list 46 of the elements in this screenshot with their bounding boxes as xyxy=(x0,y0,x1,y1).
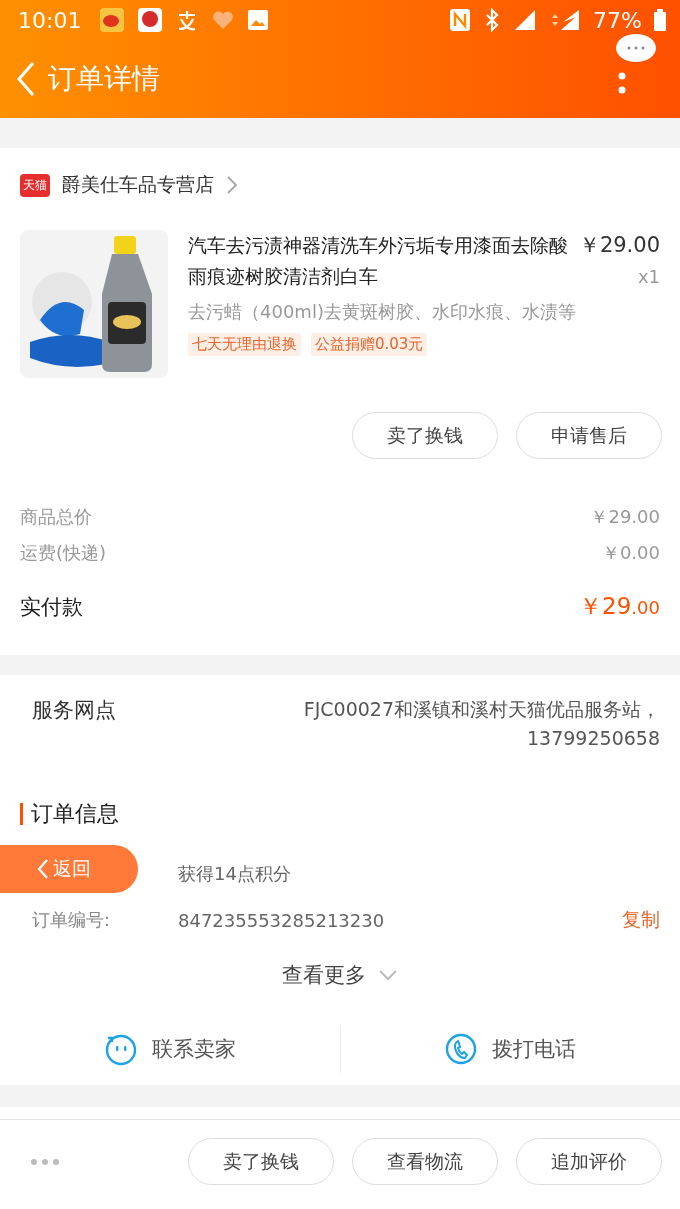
action-button[interactable]: 追加评价 xyxy=(516,1138,662,1185)
nfc-icon xyxy=(449,8,472,32)
signal-icon xyxy=(513,8,538,32)
chevron-down-icon[interactable] xyxy=(378,969,398,981)
battery-icon xyxy=(654,9,666,31)
price-value: ￥29.00 xyxy=(590,505,660,529)
action-button[interactable]: 卖了换钱 xyxy=(188,1138,334,1185)
page-title: 订单详情 xyxy=(48,61,160,97)
notification-icon xyxy=(99,7,126,33)
chevron-icon[interactable] xyxy=(226,175,238,195)
status-time: 10:01 xyxy=(18,7,82,33)
paid-label: 实付款 xyxy=(20,593,83,621)
price-label: 运费(快递) xyxy=(20,541,107,565)
action-button[interactable]: 查看物流 xyxy=(352,1138,498,1185)
price-value: ￥0.00 xyxy=(601,541,660,565)
paid-amount: ￥29.00 xyxy=(579,592,660,621)
contact-button[interactable]: 拨打电话 xyxy=(339,1025,680,1073)
back-icon xyxy=(37,858,49,880)
signal-icon xyxy=(549,8,582,32)
phone-icon xyxy=(444,1032,479,1066)
store-badge: 天猫 xyxy=(20,173,50,197)
info-value: 获得14点积分 xyxy=(178,862,291,886)
info-label: 订单编号: xyxy=(32,908,112,932)
service-label: 服务网点 xyxy=(32,697,116,724)
store-name[interactable]: 爵美仕车品专营店 xyxy=(62,172,214,198)
contact-button[interactable]: 联系卖家 xyxy=(0,1025,340,1073)
image-icon xyxy=(247,9,270,31)
section-title: 订单信息 xyxy=(31,800,119,828)
product-price: ￥29.00 xyxy=(578,232,660,259)
view-more-link[interactable]: 查看更多 xyxy=(282,961,366,989)
product-quantity: x1 xyxy=(636,265,660,289)
action-button[interactable]: 申请售后 xyxy=(516,412,662,459)
service-value: FJC00027和溪镇和溪村天猫优品服务站，13799250658 xyxy=(302,697,660,751)
heart-icon xyxy=(211,9,236,31)
service-tag: 公益捐赠0.03元 xyxy=(311,333,428,356)
info-value: 847235553285213230 xyxy=(178,909,385,931)
service-tag: 七天无理由退换 xyxy=(188,333,301,356)
battery-level: 77% xyxy=(593,7,642,33)
chat-icon xyxy=(103,1032,138,1066)
action-button[interactable]: 卖了换钱 xyxy=(352,412,498,459)
back-icon xyxy=(16,61,36,97)
more-icon[interactable] xyxy=(30,1157,60,1166)
price-label: 商品总价 xyxy=(20,505,92,529)
product-title[interactable]: 汽车去污渍神器清洗车外污垢专用漆面去除酸雨痕迹树胶清洁剂白车 xyxy=(188,230,571,292)
product-variant: 去污蜡（400ml)去黄斑树胶、水印水痕、水渍等 xyxy=(188,300,577,324)
notification-icon xyxy=(137,7,164,33)
